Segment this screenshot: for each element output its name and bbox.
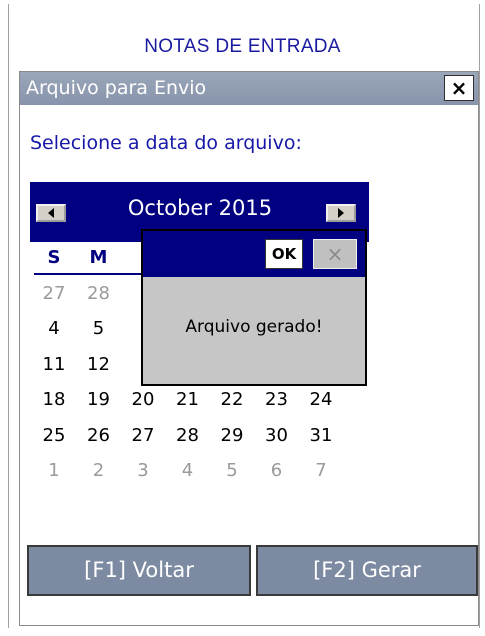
message-text: Arquivo gerado! bbox=[185, 317, 323, 337]
month-label[interactable]: October 2015 bbox=[90, 196, 310, 220]
calendar-day[interactable]: 25 bbox=[34, 425, 74, 446]
calendar-day[interactable]: 23 bbox=[257, 389, 297, 410]
calendar-day[interactable]: 18 bbox=[34, 389, 74, 410]
calendar-day[interactable]: 6 bbox=[257, 460, 297, 481]
calendar-day[interactable]: 26 bbox=[79, 425, 119, 446]
calendar-day[interactable]: 3 bbox=[123, 460, 163, 481]
calendar-day[interactable]: 28 bbox=[168, 425, 208, 446]
back-button[interactable]: [F1] Voltar bbox=[27, 545, 251, 596]
calendar-day[interactable]: 27 bbox=[123, 425, 163, 446]
calendar-day[interactable]: 19 bbox=[79, 389, 119, 410]
calendar-day[interactable]: 4 bbox=[168, 460, 208, 481]
ok-button[interactable]: OK bbox=[265, 239, 303, 269]
calendar-day[interactable]: 24 bbox=[301, 389, 341, 410]
prev-month-button[interactable] bbox=[36, 204, 66, 222]
calendar-day[interactable]: 12 bbox=[79, 354, 119, 375]
calendar-day[interactable]: 31 bbox=[301, 425, 341, 446]
weekday-header: S bbox=[47, 247, 61, 268]
dialog-title: Arquivo para Envio bbox=[26, 77, 207, 99]
triangle-left-icon bbox=[48, 208, 54, 218]
weekday-header: M bbox=[89, 247, 108, 268]
generate-button[interactable]: [F2] Gerar bbox=[256, 545, 478, 596]
message-close-button[interactable]: × bbox=[313, 239, 357, 269]
calendar-day[interactable]: 4 bbox=[34, 318, 74, 339]
calendar-day[interactable]: 20 bbox=[123, 389, 163, 410]
message-box: OK × Arquivo gerado! bbox=[141, 229, 367, 386]
message-box-titlebar: OK × bbox=[143, 231, 365, 277]
calendar-day[interactable]: 30 bbox=[257, 425, 297, 446]
calendar-day[interactable]: 2 bbox=[79, 460, 119, 481]
triangle-right-icon bbox=[338, 208, 344, 218]
calendar-day[interactable]: 27 bbox=[34, 283, 74, 304]
next-month-button[interactable] bbox=[326, 204, 356, 222]
calendar-day[interactable]: 5 bbox=[79, 318, 119, 339]
calendar-day[interactable]: 21 bbox=[168, 389, 208, 410]
dialog-close-button[interactable]: × bbox=[444, 75, 474, 101]
dialog-titlebar: Arquivo para Envio × bbox=[20, 72, 478, 105]
calendar-day[interactable]: 11 bbox=[34, 354, 74, 375]
app-title: NOTAS DE ENTRADA bbox=[144, 36, 341, 57]
calendar-day[interactable]: 7 bbox=[301, 460, 341, 481]
calendar-day[interactable]: 28 bbox=[79, 283, 119, 304]
calendar-day[interactable]: 22 bbox=[212, 389, 252, 410]
calendar-day[interactable]: 29 bbox=[212, 425, 252, 446]
calendar-day[interactable]: 5 bbox=[212, 460, 252, 481]
calendar-day[interactable]: 1 bbox=[34, 460, 74, 481]
date-prompt: Selecione a data do arquivo: bbox=[30, 132, 302, 154]
